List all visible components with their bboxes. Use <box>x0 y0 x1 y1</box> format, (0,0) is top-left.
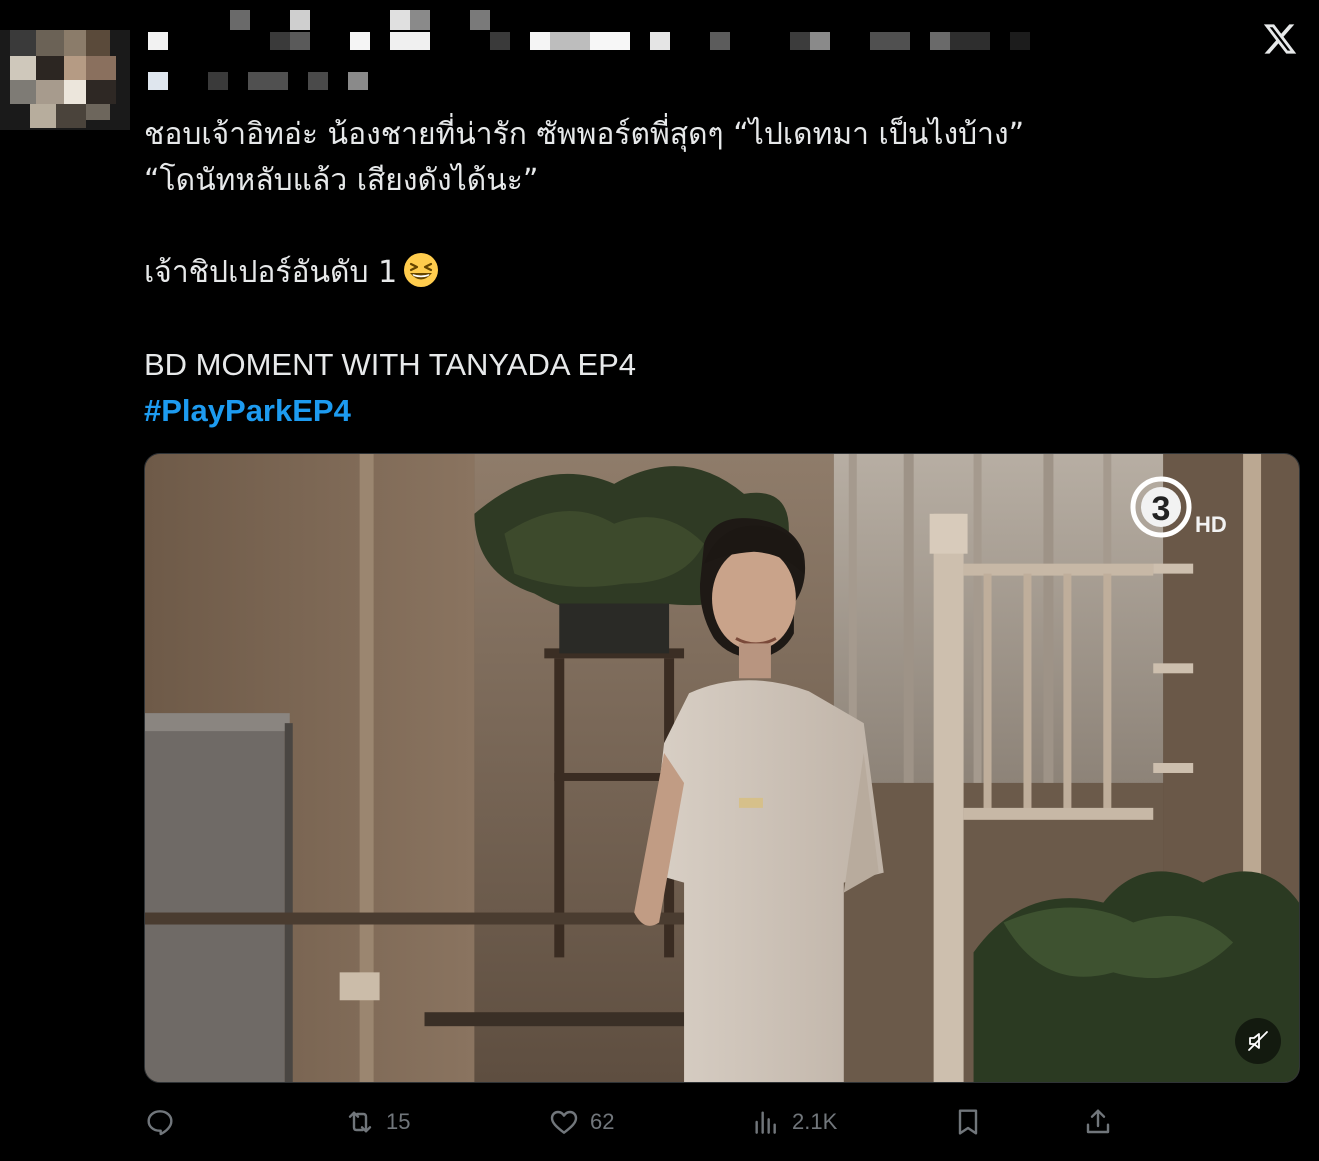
channel-hd-label: HD <box>1195 512 1227 537</box>
bookmark-icon <box>958 1109 978 1135</box>
reply-icon <box>147 1110 173 1136</box>
grinning-squinting-face-icon <box>404 253 439 287</box>
muted-speaker-icon <box>1248 1031 1268 1051</box>
views-count: 2.1K <box>792 1109 838 1134</box>
tweet-text-line-1: ชอบเจ้าอิทอ่ะ น้องชายที่น่ารัก ซัพพอร์ตพ… <box>144 117 1025 152</box>
tweet-title-line: BD MOMENT WITH TANYADA EP4 <box>144 347 637 382</box>
tweet-text-line-3: เจ้าชิปเปอร์อันดับ 1 <box>144 250 1244 296</box>
share-button[interactable] <box>1082 1100 1114 1144</box>
share-icon <box>1086 1109 1110 1134</box>
retweet-icon <box>348 1111 372 1133</box>
retweet-count: 15 <box>386 1109 411 1134</box>
like-icon <box>550 1110 578 1134</box>
views-icon <box>755 1111 776 1134</box>
channel-number: 3 <box>1152 490 1171 528</box>
mute-toggle-button[interactable] <box>1235 1018 1281 1064</box>
tweet-text: ชอบเจ้าอิทอ่ะ น้องชายที่น่ารัก ซัพพอร์ตพ… <box>144 112 1244 435</box>
video-frame <box>145 454 1299 1082</box>
tweet-text-line-2: “โดนัทหลับแล้ว เสียงดังได้นะ” <box>144 163 539 198</box>
tweet-text-line-3-text: เจ้าชิปเปอร์อันดับ 1 <box>144 255 398 290</box>
retweet-button[interactable]: 15 <box>344 1100 410 1144</box>
like-button[interactable]: 62 <box>548 1100 614 1144</box>
hashtag-link[interactable]: #PlayParkEP4 <box>144 393 351 428</box>
channel-3-hd-logo: 3 HD <box>1129 476 1241 538</box>
x-logo-icon[interactable] <box>1262 21 1298 57</box>
like-count: 62 <box>590 1109 615 1134</box>
author-names-redacted[interactable] <box>148 10 1048 95</box>
views-button[interactable]: 2.1K <box>750 1100 837 1144</box>
bookmark-button[interactable] <box>952 1100 984 1144</box>
tweet-action-bar: 15 62 2.1K <box>144 1100 1144 1144</box>
reply-button[interactable] <box>144 1100 186 1144</box>
avatar[interactable] <box>0 30 130 130</box>
video-player[interactable]: 3 HD <box>144 453 1300 1083</box>
